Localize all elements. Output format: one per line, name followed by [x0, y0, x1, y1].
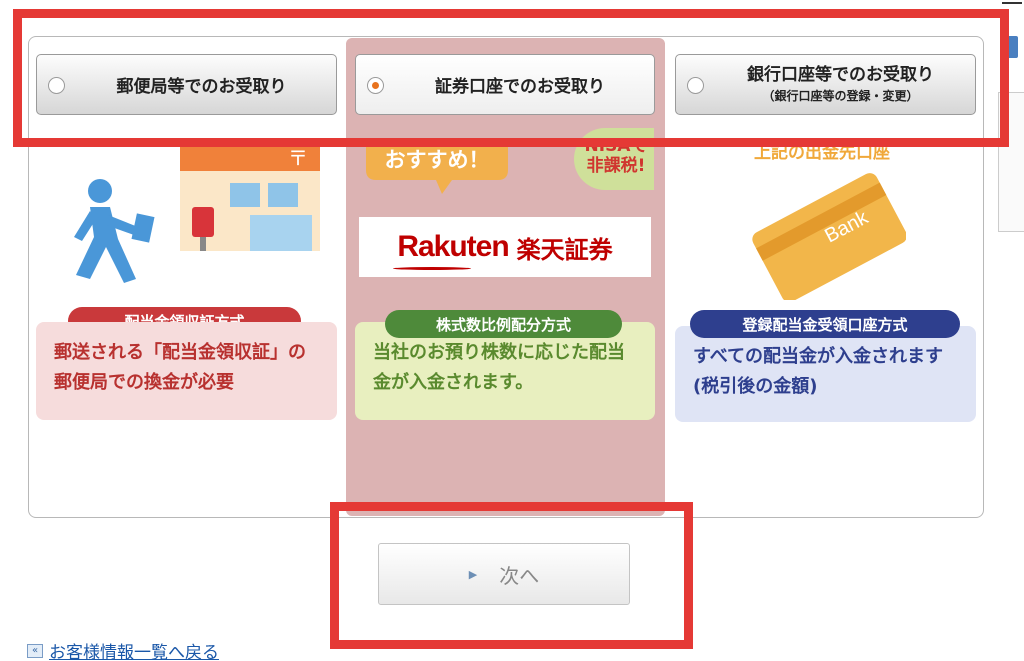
right-description-text: すべての配当金が入金されます(税引後の金額) — [693, 346, 944, 397]
walking-person-icon — [60, 175, 160, 287]
svg-text:〒: 〒 — [288, 146, 308, 170]
middle-method-badge: 株式数比例配分方式 — [385, 310, 622, 338]
annotation-box-options — [13, 9, 1009, 147]
recommend-bubble-text: おすすめ！ — [384, 148, 490, 172]
rakuten-logo: Rakuten 楽天証券 — [359, 217, 651, 277]
post-office-building-icon: 〒 — [180, 143, 320, 251]
rakuten-logo-jp: 楽天証券 — [516, 235, 613, 264]
recommend-bubble: おすすめ！ — [366, 140, 508, 196]
rakuten-logo-en: Rakuten — [397, 230, 509, 263]
right-description: すべての配当金が入金されます(税引後の金額) — [675, 326, 976, 422]
left-description: 郵送される「配当金領収証」の郵便局での換金が必要 — [36, 322, 337, 420]
right-method-badge: 登録配当金受領口座方式 — [690, 310, 960, 338]
back-link-text[interactable]: お客様情報一覧へ戻る — [49, 638, 219, 661]
middle-description-text: 当社のお預り株数に応じた配当金が入金されます。 — [373, 342, 625, 393]
left-description-text: 郵送される「配当金領収証」の郵便局での換金が必要 — [54, 342, 306, 393]
double-chevron-left-icon: « — [27, 643, 43, 658]
nisa-line2: 非課税! — [586, 156, 646, 176]
page: 郵便局等でのお受取り 証券口座でのお受取り 銀行口座等でのお受取り （銀行口座等… — [0, 0, 1024, 661]
back-link[interactable]: « お客様情報一覧へ戻る — [27, 638, 219, 661]
annotation-box-next — [330, 502, 693, 649]
bank-card-icon: Bank — [746, 170, 907, 303]
